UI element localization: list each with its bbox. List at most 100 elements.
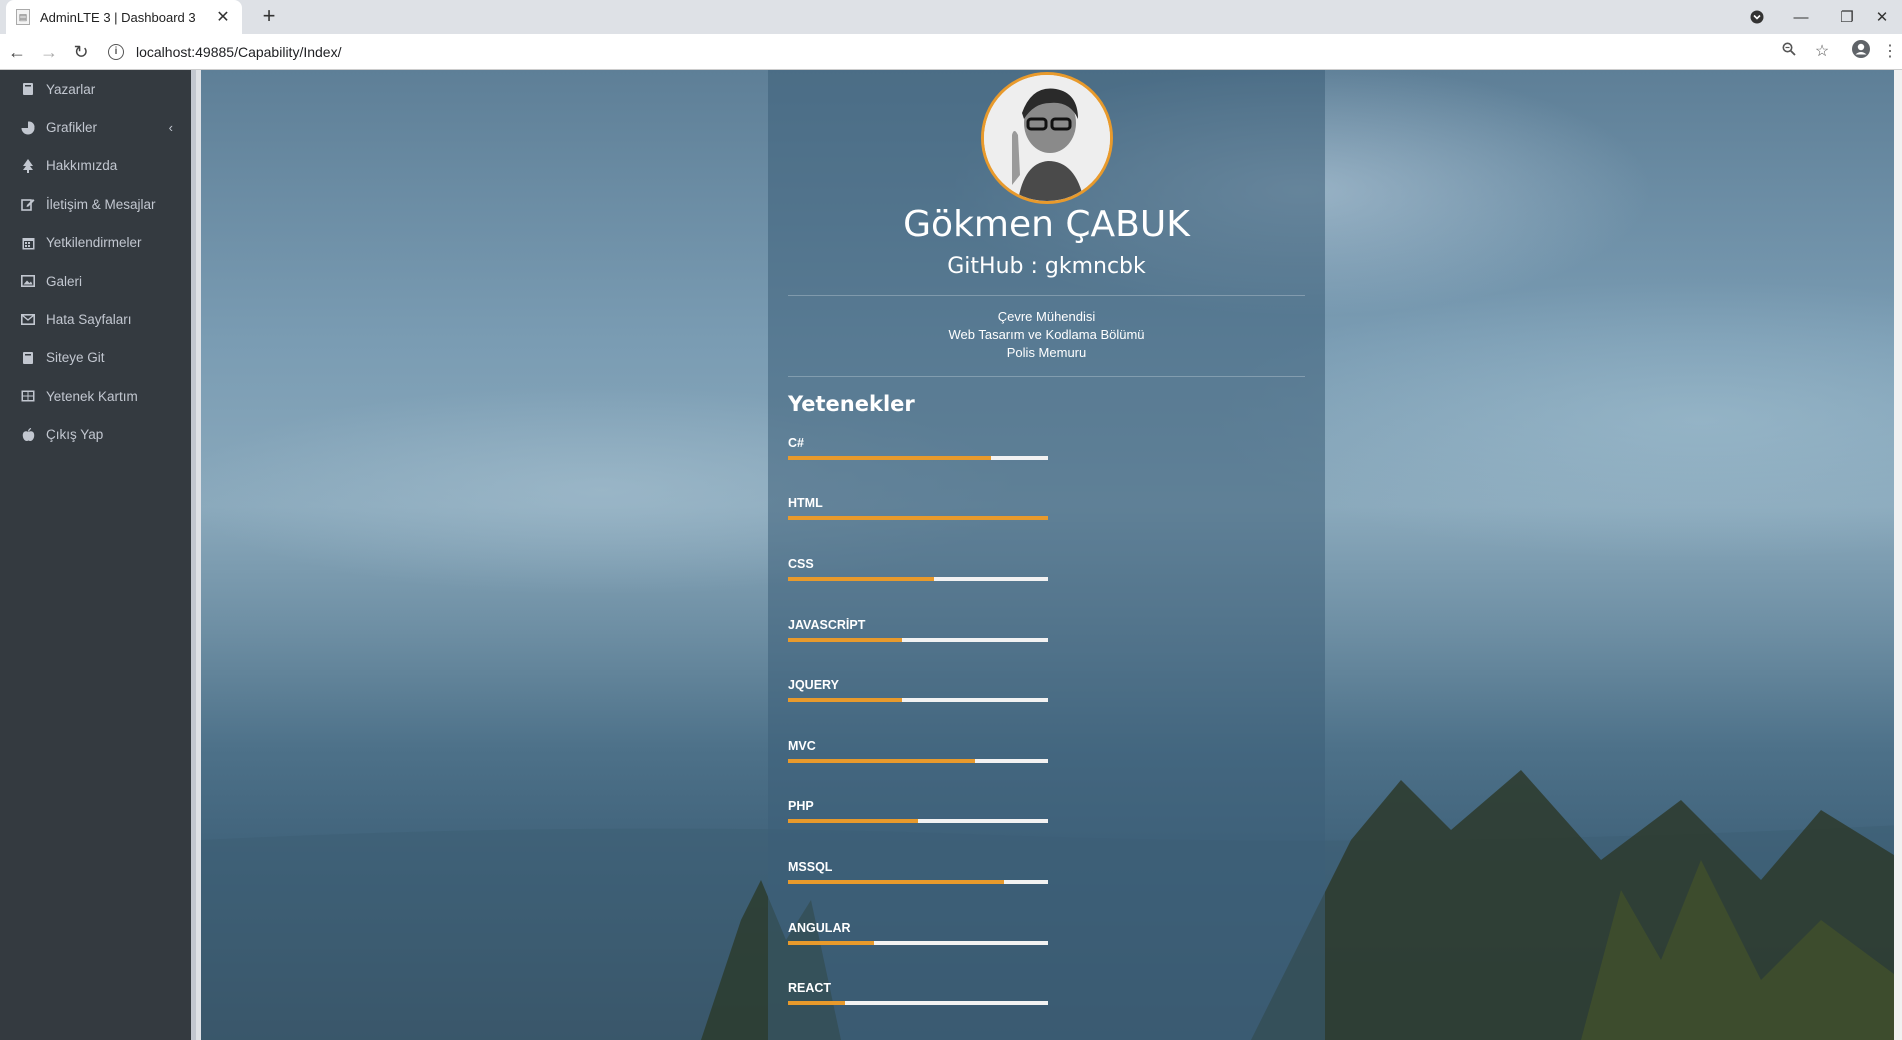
skill-label: HTML xyxy=(788,496,823,510)
minimize-icon[interactable]: — xyxy=(1778,0,1824,34)
sidebar-item-hata-sayfalari[interactable]: Hata Sayfaları xyxy=(0,300,191,338)
sidebar-item-label: Siteye Git xyxy=(46,350,105,366)
skill-label: JQUERY xyxy=(788,678,839,692)
sidebar-item-label: Yetkilendirmeler xyxy=(46,235,142,251)
url-text: localhost:49885/Capability/Index/ xyxy=(136,44,342,60)
skill-label: C# xyxy=(788,436,804,450)
tree-icon xyxy=(20,158,36,174)
sidebar-item-label: Çıkış Yap xyxy=(46,427,104,443)
zoom-icon[interactable] xyxy=(1777,40,1801,64)
skill-item: PHP xyxy=(788,799,1048,829)
skill-bar-fill xyxy=(788,1001,846,1005)
sidebar-item-label: Yetenek Kartım xyxy=(46,388,138,404)
skill-item: JQUERY xyxy=(788,678,1048,708)
tab-title: AdminLTE 3 | Dashboard 3 xyxy=(40,9,196,25)
skill-item: MSSQL xyxy=(788,860,1048,890)
job-item: Çevre Mühendisi xyxy=(997,309,1096,324)
skill-bar-fill xyxy=(788,880,1004,884)
main-content: Gökmen ÇABUK GitHub : gkmncbk Çevre Mühe… xyxy=(201,70,1902,1040)
skill-bar xyxy=(788,698,1048,702)
skill-label: MSSQL xyxy=(788,860,833,874)
envelope-icon xyxy=(20,312,36,328)
skill-item: JAVASCRİPT xyxy=(788,618,1048,648)
skill-item: C# xyxy=(788,436,1048,466)
browser-tab[interactable]: ▤ AdminLTE 3 | Dashboard 3 ✕ xyxy=(6,0,242,34)
skill-label: CSS xyxy=(788,557,814,571)
skill-bar-fill xyxy=(788,759,976,763)
sidebar-item-label: Hata Sayfaları xyxy=(46,312,132,328)
sidebar-item-hakkimizda[interactable]: Hakkımızda xyxy=(0,147,191,185)
page-scrollbar[interactable] xyxy=(1894,70,1902,1040)
edit-icon xyxy=(20,196,36,212)
page-icon: ▤ xyxy=(16,9,30,25)
skill-bar xyxy=(788,819,1048,823)
sidebar-item-yazarlar[interactable]: Yazarlar xyxy=(0,70,191,108)
skill-bar-fill xyxy=(788,941,874,945)
browser-tab-bar: ▤ AdminLTE 3 | Dashboard 3 ✕ + — ❐ ✕ xyxy=(0,0,1902,34)
sidebar-item-cikis-yap[interactable]: Çıkış Yap xyxy=(0,416,191,454)
skill-bar xyxy=(788,1001,1048,1005)
skill-label: MVC xyxy=(788,739,816,753)
sidebar-item-siteye-git[interactable]: Siteye Git xyxy=(0,339,191,377)
sidebar-item-label: Grafikler xyxy=(46,120,98,136)
skill-item: HTML xyxy=(788,496,1048,526)
menu-icon[interactable]: ⋮ xyxy=(1880,40,1900,64)
image-icon xyxy=(20,273,36,289)
skill-item: CSS xyxy=(788,557,1048,587)
sidebar-item-grafikler[interactable]: Grafikler ‹ xyxy=(0,108,191,146)
skill-bar-fill xyxy=(788,698,903,702)
skill-bar-fill xyxy=(788,516,1048,520)
calendar-icon xyxy=(20,235,36,251)
pie-chart-icon xyxy=(20,120,36,136)
skill-bar xyxy=(788,941,1048,945)
skill-item: ANGULAR xyxy=(788,921,1048,951)
skill-bar-fill xyxy=(788,638,903,642)
bookmark-star-icon[interactable]: ☆ xyxy=(1810,40,1834,64)
skill-label: PHP xyxy=(788,799,814,813)
sidebar-item-label: Galeri xyxy=(46,273,83,289)
skill-bar xyxy=(788,880,1048,884)
sidebar: Yazarlar Grafikler ‹ Hakkımızda İletişim… xyxy=(0,70,196,1040)
divider xyxy=(788,295,1305,296)
profile-name: Gökmen ÇABUK xyxy=(903,204,1190,245)
table-icon xyxy=(20,388,36,404)
skill-bar xyxy=(788,759,1048,763)
sidebar-item-yetenek-kartim[interactable]: Yetenek Kartım xyxy=(0,377,191,415)
skill-label: REACT xyxy=(788,981,832,995)
apple-icon xyxy=(20,427,36,443)
skill-label: ANGULAR xyxy=(788,921,851,935)
skill-bar-fill xyxy=(788,456,991,460)
profile-icon[interactable] xyxy=(1849,40,1873,64)
job-item: Web Tasarım ve Kodlama Bölümü xyxy=(948,327,1145,342)
sidebar-item-galeri[interactable]: Galeri xyxy=(0,262,191,300)
forward-icon[interactable]: → xyxy=(37,40,61,64)
book-icon xyxy=(20,81,36,97)
sidebar-item-yetkilendirmeler[interactable]: Yetkilendirmeler xyxy=(0,224,191,262)
skill-item: MVC xyxy=(788,739,1048,769)
reload-icon[interactable]: ↻ xyxy=(69,40,93,64)
new-tab-button[interactable]: + xyxy=(256,4,282,30)
skill-bar-fill xyxy=(788,819,918,823)
address-bar-row: ← → ↻ i localhost:49885/Capability/Index… xyxy=(0,34,1902,70)
back-icon[interactable]: ← xyxy=(5,40,29,64)
github-handle: GitHub : gkmncbk xyxy=(947,254,1146,279)
info-icon[interactable]: i xyxy=(108,44,124,60)
divider xyxy=(788,376,1305,377)
sidebar-item-label: Yazarlar xyxy=(46,81,96,97)
skill-bar-fill xyxy=(788,577,934,581)
job-item: Polis Memuru xyxy=(1006,345,1087,360)
url-field[interactable]: i localhost:49885/Capability/Index/ xyxy=(108,39,1818,65)
close-tab-icon[interactable]: ✕ xyxy=(214,7,232,27)
book-icon xyxy=(20,350,36,366)
tab-search-icon[interactable] xyxy=(1734,0,1780,34)
window-close-icon[interactable]: ✕ xyxy=(1862,0,1902,34)
skill-bar xyxy=(788,456,1048,460)
sidebar-item-label: Hakkımızda xyxy=(46,158,118,174)
job-list: Çevre Mühendisi Web Tasarım ve Kodlama B… xyxy=(768,308,1325,362)
skill-item: REACT xyxy=(788,981,1048,1011)
skill-bar xyxy=(788,577,1048,581)
avatar xyxy=(981,72,1113,204)
sidebar-item-iletisim[interactable]: İletişim & Mesajlar xyxy=(0,185,191,223)
skill-bar xyxy=(788,638,1048,642)
sidebar-item-label: İletişim & Mesajlar xyxy=(46,196,156,212)
